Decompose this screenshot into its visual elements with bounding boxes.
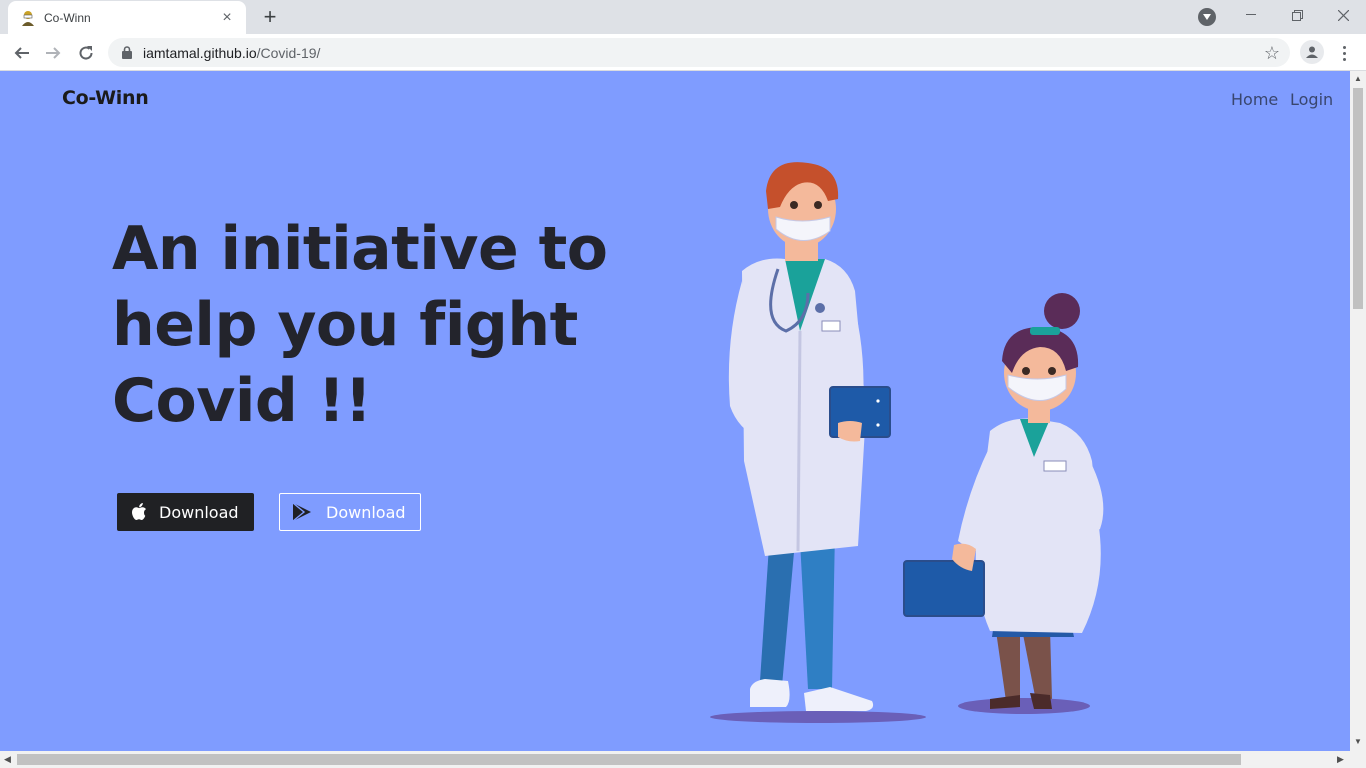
close-icon[interactable] — [1329, 4, 1357, 26]
browser-tab[interactable]: Co-Winn × — [8, 1, 246, 34]
tab-strip: Co-Winn × + — [0, 0, 1366, 34]
hero-line-1: An initiative to — [112, 214, 608, 284]
scroll-left-arrow-icon[interactable]: ◀ — [4, 754, 11, 765]
face-mask-person-icon — [20, 10, 36, 26]
address-bar[interactable]: iamtamal.github.io/Covid-19/ ☆ — [108, 38, 1290, 67]
minimize-icon[interactable] — [1237, 4, 1265, 26]
scroll-up-arrow-icon[interactable]: ▲ — [1354, 74, 1362, 83]
account-icon[interactable] — [1300, 40, 1324, 64]
nav-link-login[interactable]: Login — [1290, 90, 1333, 109]
hero-line-2: help you fight — [112, 290, 578, 360]
kebab-menu-icon[interactable] — [1336, 41, 1352, 65]
hero-line-3: Covid !! — [112, 366, 372, 436]
page-viewport: Co-Winn Home Login An initiative to help… — [0, 71, 1350, 751]
ground-shadow-left — [710, 711, 926, 723]
vertical-scrollbar-thumb[interactable] — [1353, 88, 1363, 309]
tab-close-icon[interactable]: × — [218, 9, 236, 27]
doctors-illustration — [710, 162, 1104, 723]
browser-toolbar: iamtamal.github.io/Covid-19/ ☆ — [0, 34, 1366, 71]
tab-title: Co-Winn — [44, 10, 91, 25]
nav-link-home[interactable]: Home — [1231, 90, 1278, 109]
url-path: /Covid-19/ — [256, 44, 321, 61]
restore-icon[interactable] — [1283, 4, 1311, 26]
vertical-scrollbar[interactable]: ▲ ▼ — [1350, 71, 1366, 751]
play-download-label: Download — [326, 502, 406, 522]
hero-heading: An initiative to help you fight Covid !! — [112, 211, 632, 439]
horizontal-scrollbar-thumb[interactable] — [17, 754, 1241, 765]
play-store-download-button[interactable]: Download — [279, 493, 421, 531]
url-host: iamtamal.github.io — [143, 44, 257, 61]
google-play-icon — [292, 502, 314, 522]
female-doctor-figure — [903, 293, 1104, 709]
apple-logo-icon — [131, 503, 147, 521]
apple-download-label: Download — [159, 502, 239, 522]
male-doctor-figure — [728, 162, 891, 711]
forward-arrow-icon[interactable] — [39, 39, 67, 67]
url-text: iamtamal.github.io/Covid-19/ — [143, 45, 320, 61]
back-arrow-icon[interactable] — [8, 39, 36, 67]
tab-search-icon[interactable] — [1198, 8, 1216, 26]
star-icon[interactable]: ☆ — [1264, 43, 1280, 64]
apple-download-button[interactable]: Download — [117, 493, 254, 531]
brand-logo[interactable]: Co-Winn — [62, 87, 149, 109]
reload-icon[interactable] — [72, 39, 100, 67]
scroll-right-arrow-icon[interactable]: ▶ — [1337, 754, 1344, 765]
ground-shadow-right — [958, 698, 1090, 714]
horizontal-scrollbar[interactable]: ◀ ▶ — [0, 751, 1366, 768]
lock-icon[interactable] — [120, 46, 134, 60]
scroll-down-arrow-icon[interactable]: ▼ — [1354, 737, 1362, 746]
new-tab-button[interactable]: + — [258, 5, 282, 29]
